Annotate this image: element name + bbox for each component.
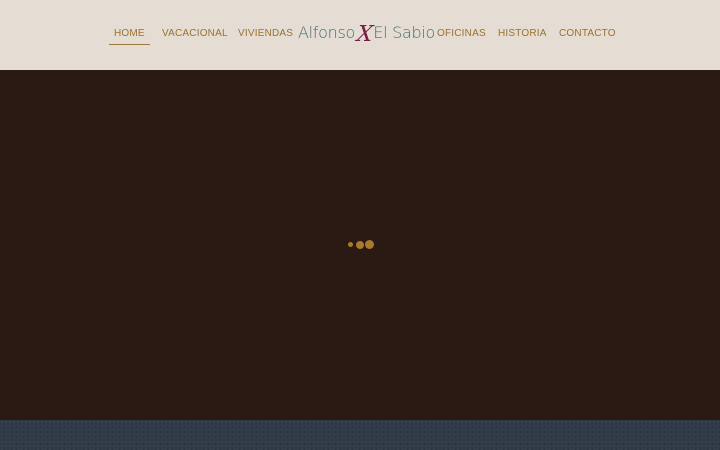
nav-contacto[interactable]: CONTACTO: [559, 28, 616, 40]
logo-text-first: Alfonso: [298, 23, 355, 42]
site-footer: [0, 420, 720, 450]
nav-historia[interactable]: HISTORIA: [498, 28, 547, 40]
logo-x-mark: X: [355, 22, 375, 47]
loader-dot-large: [365, 240, 374, 249]
page: HOME VACACIONAL VIVIENDAS AlfonsoXEl Sab…: [0, 0, 720, 450]
nav-viviendas[interactable]: VIVIENDAS: [238, 28, 293, 40]
nav-vacacional[interactable]: VACACIONAL: [162, 28, 228, 40]
site-header: HOME VACACIONAL VIVIENDAS AlfonsoXEl Sab…: [0, 0, 720, 70]
loading-dots-icon: [347, 238, 377, 252]
loader-dot-small: [348, 242, 353, 247]
nav-oficinas[interactable]: OFICINAS: [437, 28, 486, 40]
nav-home[interactable]: HOME: [109, 28, 150, 45]
logo-text-second: El Sabio: [373, 23, 435, 42]
loader-dot-medium: [356, 240, 364, 249]
site-logo[interactable]: AlfonsoXEl Sabio: [298, 20, 435, 50]
